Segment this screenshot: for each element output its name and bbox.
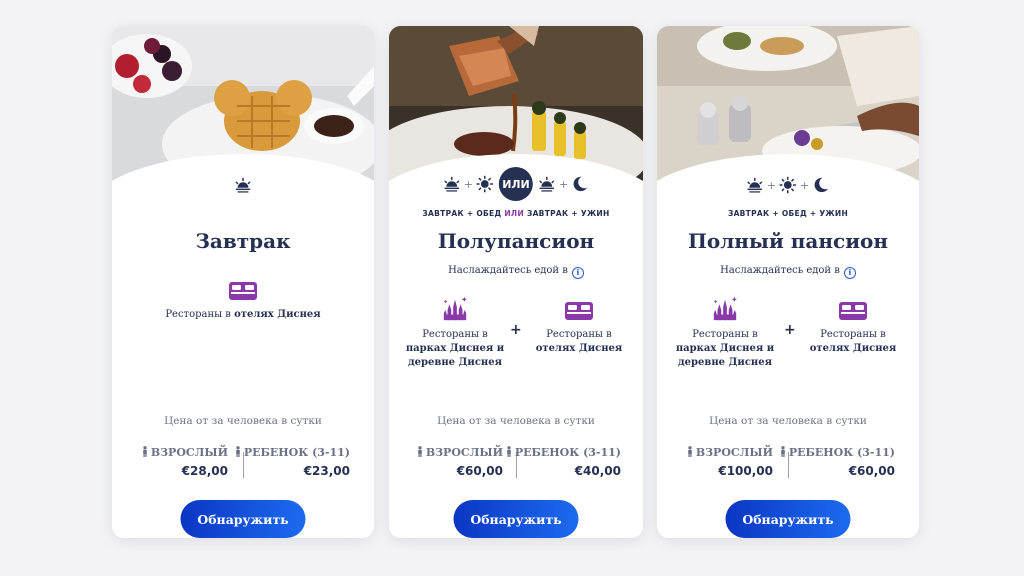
price-block: ВЗРОСЛЫЙ €100,00 РЕБЕНОК (3-11) €60,00 xyxy=(657,446,919,484)
hotel-bed-icon xyxy=(838,300,868,322)
adult-price-value: €100,00 xyxy=(718,464,773,478)
adult-label: ВЗРОСЛЫЙ xyxy=(686,446,773,459)
venue-parks: Рестораны в парках Диснея и деревне Дисн… xyxy=(673,294,777,370)
meal-plan-card-half-board: + ИЛИ + ЗАВТРАК + ОБЕД ИЛИ ЗАВТРАК + УЖИ… xyxy=(389,26,643,538)
price-label: Цена от за человека в сутки xyxy=(164,415,322,427)
child-icon xyxy=(505,446,513,457)
adult-price: ВЗРОСЛЫЙ €100,00 xyxy=(686,446,773,478)
venue-text-bold: отелях Диснея xyxy=(234,309,321,320)
adult-icon xyxy=(141,446,149,457)
hotel-bed-icon xyxy=(228,280,258,302)
price-block: ВЗРОСЛЫЙ €60,00 РЕБЕНОК (3-11) €40,00 xyxy=(389,446,643,484)
child-price: РЕБЕНОК (3-11) €40,00 xyxy=(505,446,621,478)
adult-label: ВЗРОСЛЫЙ xyxy=(416,446,503,459)
dinner-moon-icon xyxy=(571,175,589,193)
breakfast-icon xyxy=(443,175,461,193)
adult-label: ВЗРОСЛЫЙ xyxy=(141,446,228,459)
adult-icon xyxy=(686,446,694,457)
child-price: РЕБЕНОК (3-11) €23,00 xyxy=(234,446,350,478)
price-label: Цена от за человека в сутки xyxy=(709,415,867,427)
venue-text: Рестораны в xyxy=(165,309,231,320)
child-price: РЕБЕНОК (3-11) €60,00 xyxy=(779,446,895,478)
child-label: РЕБЕНОК (3-11) xyxy=(505,446,621,459)
discover-button[interactable]: Обнаружить xyxy=(180,500,306,538)
castle-icon xyxy=(711,294,739,322)
enjoy-text: Наслаждайтесь едой вi xyxy=(389,265,643,279)
plus-sign: + xyxy=(559,177,569,191)
discover-button[interactable]: Обнаружить xyxy=(453,500,579,538)
child-label: РЕБЕНОК (3-11) xyxy=(234,446,350,459)
adult-icon xyxy=(416,446,424,457)
or-badge: ИЛИ xyxy=(499,167,533,201)
price-block: ВЗРОСЛЫЙ €28,00 РЕБЕНОК (3-11) €23,00 xyxy=(112,446,374,484)
card-title: Полный пансион xyxy=(687,229,889,253)
plus-sign: + xyxy=(800,178,810,192)
venue-hotels: Рестораны в отелях Диснея xyxy=(803,300,903,356)
enjoy-text: Наслаждайтесь едой вi xyxy=(657,265,919,279)
child-icon xyxy=(234,446,242,457)
dinner-moon-icon xyxy=(812,176,830,194)
breakfast-icon xyxy=(234,176,252,194)
breakfast-icon xyxy=(746,176,764,194)
breakfast-icon xyxy=(538,175,556,193)
adult-price: ВЗРОСЛЫЙ €60,00 xyxy=(416,446,503,478)
child-label: РЕБЕНОК (3-11) xyxy=(779,446,895,459)
meal-icons: + ИЛИ + xyxy=(434,167,598,201)
meal-plan-card-full-board: + + ЗАВТРАК + ОБЕД + УЖИН Полный пансион… xyxy=(657,26,919,538)
venue-plus: + xyxy=(510,322,522,338)
meal-caption: ЗАВТРАК + ОБЕД + УЖИН xyxy=(727,209,849,218)
adult-price-value: €28,00 xyxy=(181,464,228,478)
meal-caption: ЗАВТРАК + ОБЕД ИЛИ ЗАВТРАК + УЖИН xyxy=(422,209,610,218)
child-price-value: €40,00 xyxy=(574,464,621,478)
card-title: Полупансион xyxy=(437,229,595,253)
info-icon[interactable]: i xyxy=(571,267,584,279)
castle-icon xyxy=(441,294,469,322)
plus-sign: + xyxy=(463,177,473,191)
discover-button[interactable]: Обнаружить xyxy=(725,500,851,538)
lunch-icon xyxy=(779,176,797,194)
meal-icons: + + xyxy=(737,171,839,199)
meal-icons xyxy=(226,171,260,199)
adult-price-value: €60,00 xyxy=(456,464,503,478)
meal-plan-card-breakfast: Завтрак Рестораны в отелях Диснея Цена о… xyxy=(112,26,374,538)
adult-price: ВЗРОСЛЫЙ €28,00 xyxy=(141,446,228,478)
plus-sign: + xyxy=(766,178,776,192)
child-price-value: €60,00 xyxy=(848,464,895,478)
lunch-icon xyxy=(476,175,494,193)
child-icon xyxy=(779,446,787,457)
info-icon[interactable]: i xyxy=(843,267,856,279)
child-price-value: €23,00 xyxy=(303,464,350,478)
hotel-bed-icon xyxy=(564,300,594,322)
venue-hotels: Рестораны в отелях Диснея xyxy=(529,300,629,356)
venue-hotels: Рестораны в отелях Диснея xyxy=(152,280,334,322)
card-title: Завтрак xyxy=(195,229,291,253)
venue-parks: Рестораны в парках Диснея и деревне Дисн… xyxy=(403,294,507,370)
price-label: Цена от за человека в сутки xyxy=(437,415,595,427)
venue-plus: + xyxy=(784,322,796,338)
